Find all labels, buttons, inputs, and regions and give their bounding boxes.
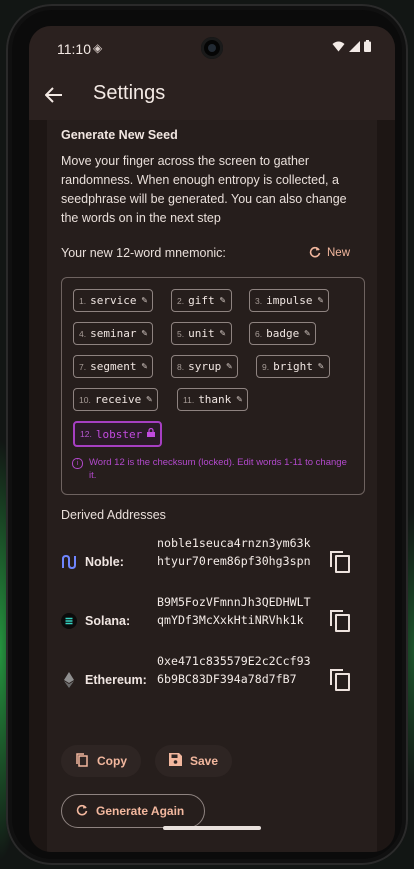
mnemonic-label: Your new 12-word mnemonic:	[61, 246, 226, 260]
wifi-icon	[332, 41, 345, 55]
address-value: noble1seuca4rnzn3ym63khtyur70rem86pf30hg…	[157, 536, 311, 568]
word-text: segment	[90, 360, 137, 373]
status-bar: 11:10 ◈	[29, 26, 395, 70]
address-row-noble: Noble: noble1seuca4rnzn3ym63khtyur70rem8…	[61, 534, 371, 590]
word-number: 5.	[177, 328, 185, 339]
word-number: 9.	[262, 361, 270, 372]
word-text: lobster	[95, 427, 143, 441]
word-chip-12-locked: 12. lobster	[73, 421, 163, 447]
word-number: 10.	[79, 394, 91, 405]
screen: 11:10 ◈ Settings Generate New Seed Move …	[29, 26, 395, 852]
notification-icon: ◈	[93, 41, 103, 55]
battery-icon	[364, 40, 371, 55]
signal-icon	[349, 40, 360, 55]
word-text: syrup	[188, 360, 222, 373]
word-text: bright	[273, 360, 313, 373]
word-chip-4[interactable]: 4. seminar ✎	[73, 322, 154, 345]
word-chip-8[interactable]: 8. syrup ✎	[171, 355, 239, 378]
status-time: 11:10	[57, 41, 91, 57]
copy-button[interactable]: Copy	[61, 745, 141, 777]
word-chip-5[interactable]: 5. unit ✎	[171, 322, 232, 345]
word-chip-1[interactable]: 1. service ✎	[73, 289, 154, 312]
word-number: 11.	[183, 394, 195, 405]
copy-icon[interactable]	[329, 609, 351, 632]
word-text: badge	[266, 327, 300, 340]
edit-icon: ✎	[226, 361, 233, 372]
coin-label: Noble:	[85, 555, 124, 569]
front-camera	[201, 37, 223, 59]
save-icon	[169, 753, 182, 769]
edit-icon: ✎	[236, 394, 243, 405]
word-number: 12.	[80, 429, 92, 439]
coin-label: Ethereum:	[85, 673, 147, 687]
word-chip-2[interactable]: 2. gift ✎	[171, 289, 232, 312]
word-text: gift	[188, 294, 215, 307]
address-value: 0xe471c835579E2c2Ccf936b9BC83DF394a78d7f…	[157, 654, 311, 686]
word-chip-6[interactable]: 6. badge ✎	[249, 322, 317, 345]
word-number: 7.	[79, 361, 87, 372]
word-chip-7[interactable]: 7. segment ✎	[73, 355, 154, 378]
word-text: service	[90, 294, 137, 307]
info-icon: i	[72, 458, 83, 469]
edit-icon: ✎	[304, 328, 311, 339]
phone-frame: 11:10 ◈ Settings Generate New Seed Move …	[6, 4, 408, 865]
lock-icon	[147, 427, 156, 440]
address-value: B9M5FozVFmnnJh3QEDHWLTqmYDf3McXxkHtiNRVh…	[157, 595, 311, 627]
word-chip-11[interactable]: 11. thank ✎	[177, 388, 249, 411]
back-arrow-icon[interactable]	[41, 82, 67, 108]
address-row-solana: Solana: B9M5FozVFmnnJh3QEDHWLTqmYDf3McXx…	[61, 593, 371, 649]
word-number: 2.	[177, 295, 185, 306]
mnemonic-words-box: 1. service ✎ 2. gift ✎ 3. impulse ✎ 4. s…	[61, 277, 365, 495]
word-chip-10[interactable]: 10. receive ✎	[73, 388, 159, 411]
edit-icon: ✎	[141, 328, 148, 339]
word-chip-9[interactable]: 9. bright ✎	[256, 355, 330, 378]
save-button[interactable]: Save	[155, 745, 233, 777]
save-label: Save	[190, 754, 219, 768]
app-bar: Settings	[29, 70, 395, 120]
seed-description: Move your finger across the screen to ga…	[61, 154, 347, 225]
edit-icon: ✎	[146, 394, 153, 405]
copy-icon[interactable]	[329, 550, 351, 573]
gesture-nav-handle[interactable]	[163, 826, 261, 830]
checksum-note-text: Word 12 is the checksum (locked). Edit w…	[89, 457, 347, 481]
copy-label: Copy	[97, 754, 127, 768]
refresh-icon	[309, 246, 321, 261]
word-number: 1.	[79, 295, 87, 306]
noble-icon	[61, 554, 77, 570]
settings-content: Generate New Seed Move your finger acros…	[47, 120, 377, 852]
edit-icon: ✎	[219, 328, 226, 339]
word-text: seminar	[90, 327, 137, 340]
derived-addresses-heading: Derived Addresses	[61, 508, 166, 522]
new-label: New	[327, 247, 351, 259]
edit-icon: ✎	[141, 295, 148, 306]
word-text: unit	[188, 327, 215, 340]
coin-label: Solana:	[85, 614, 131, 628]
word-text: thank	[198, 393, 232, 406]
word-number: 6.	[255, 328, 263, 339]
copy-icon[interactable]	[329, 668, 351, 691]
edit-icon: ✎	[219, 295, 226, 306]
solana-icon	[61, 613, 77, 629]
generate-again-button[interactable]: Generate Again	[61, 794, 206, 828]
address-row-ethereum: Ethereum: 0xe471c835579E2c2Ccf936b9BC83D…	[61, 652, 371, 708]
refresh-icon	[76, 804, 88, 819]
page-title: Settings	[93, 82, 166, 104]
system-icons	[332, 40, 371, 55]
edit-icon: ✎	[317, 295, 324, 306]
edit-icon: ✎	[317, 361, 324, 372]
edit-icon: ✎	[141, 361, 148, 372]
generate-again-label: Generate Again	[96, 804, 185, 818]
seed-heading: Generate New Seed	[61, 128, 178, 142]
word-chip-3[interactable]: 3. impulse ✎	[249, 289, 330, 312]
word-number: 3.	[255, 295, 263, 306]
new-mnemonic-button[interactable]: New	[305, 240, 354, 266]
ethereum-icon	[61, 672, 77, 688]
word-text: receive	[94, 393, 142, 406]
word-number: 4.	[79, 328, 87, 339]
word-text: impulse	[266, 294, 313, 307]
checksum-note: i Word 12 is the checksum (locked). Edit…	[72, 456, 352, 482]
copy-icon	[75, 752, 89, 770]
word-number: 8.	[177, 361, 185, 372]
